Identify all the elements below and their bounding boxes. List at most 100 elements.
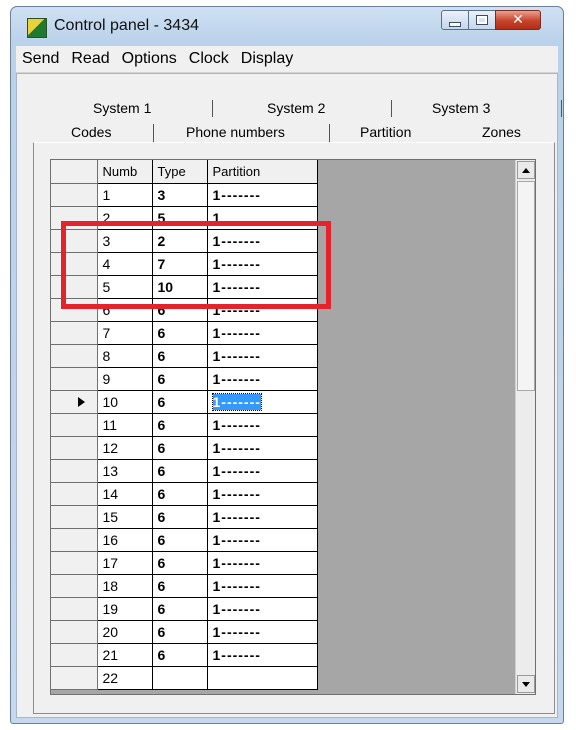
cell-type[interactable]: 6 [152,367,208,391]
cell-numb[interactable]: 3 [97,229,153,253]
cell-partition[interactable]: 1------- [207,252,318,276]
table-row[interactable]: 22 [51,666,318,690]
row-indicator[interactable] [51,321,98,345]
table-row[interactable]: 12 6 1------- [51,436,318,460]
cell-partition[interactable]: 1------- [207,482,318,506]
row-indicator[interactable] [51,275,98,299]
row-indicator[interactable] [51,505,98,529]
tab-partition[interactable]: Partition [360,124,411,140]
tab-codes[interactable]: Codes [71,124,111,140]
cell-type[interactable]: 6 [152,505,208,529]
table-row[interactable]: 17 6 1------- [51,551,318,575]
row-indicator[interactable] [51,206,98,230]
cell-type[interactable]: 6 [152,620,208,644]
row-indicator[interactable] [51,183,98,207]
tab-system-2[interactable]: System 2 [267,100,325,116]
cell-type[interactable]: 10 [152,275,208,299]
row-indicator[interactable] [51,574,98,598]
vertical-scrollbar[interactable] [515,160,535,694]
cell-partition[interactable]: 1------- [207,528,318,552]
cell-numb[interactable]: 11 [97,413,153,437]
row-indicator[interactable] [51,551,98,575]
row-indicator[interactable] [51,459,98,483]
cell-numb[interactable]: 2 [97,206,153,230]
table-row[interactable]: 8 6 1------- [51,344,318,368]
row-indicator[interactable] [51,620,98,644]
row-indicator[interactable] [51,666,98,690]
cell-type[interactable]: 6 [152,597,208,621]
cell-partition[interactable]: 1------- [207,298,318,322]
table-row[interactable]: 16 6 1------- [51,528,318,552]
row-indicator[interactable] [51,597,98,621]
menu-clock[interactable]: Clock [183,50,235,68]
cell-numb[interactable]: 4 [97,252,153,276]
row-indicator[interactable] [51,229,98,253]
table-row[interactable]: 13 6 1------- [51,459,318,483]
row-indicator[interactable] [51,252,98,276]
menu-read[interactable]: Read [65,50,115,68]
cell-type[interactable]: 6 [152,459,208,483]
table-row[interactable]: 6 6 1------- [51,298,318,322]
table-row[interactable]: 19 6 1------- [51,597,318,621]
cell-type[interactable]: 6 [152,528,208,552]
close-button[interactable]: ✕ [495,10,541,30]
cell-numb[interactable]: 14 [97,482,153,506]
cell-type[interactable]: 6 [152,436,208,460]
row-indicator[interactable] [51,436,98,460]
minimize-button[interactable] [441,10,469,30]
cell-partition[interactable]: 1------- [207,551,318,575]
cell-partition[interactable]: 1------- [207,229,318,253]
cell-numb[interactable]: 22 [97,666,153,690]
cell-type[interactable]: 6 [152,321,208,345]
cell-numb[interactable]: 1 [97,183,153,207]
cell-partition[interactable]: 1------- [207,436,318,460]
table-row[interactable]: 10 6 1------- [51,390,318,414]
cell-type[interactable]: 6 [152,551,208,575]
table-row[interactable]: 21 6 1------- [51,643,318,667]
title-bar[interactable]: Control panel - 3434 ✕ [11,7,563,45]
cell-numb[interactable]: 16 [97,528,153,552]
tab-system-3[interactable]: System 3 [432,100,490,116]
table-row[interactable]: 251 [51,206,318,230]
menu-display[interactable]: Display [235,50,299,68]
cell-type[interactable]: 6 [152,344,208,368]
menu-options[interactable]: Options [116,50,183,68]
table-row[interactable]: 11 6 1------- [51,413,318,437]
cell-numb[interactable]: 9 [97,367,153,391]
cell-type[interactable]: 6 [152,482,208,506]
cell-partition[interactable] [207,666,318,690]
scroll-up-button[interactable] [517,161,535,179]
cell-numb[interactable]: 7 [97,321,153,345]
cell-partition[interactable]: 1------- [207,459,318,483]
cell-partition[interactable]: 1 [207,206,318,230]
row-indicator[interactable] [51,643,98,667]
cell-numb[interactable]: 20 [97,620,153,644]
cell-partition[interactable]: 1------- [207,321,318,345]
cell-type[interactable]: 6 [152,574,208,598]
cell-type[interactable]: 6 [152,298,208,322]
cell-numb[interactable]: 6 [97,298,153,322]
cell-partition[interactable]: 1------- [207,344,318,368]
cell-partition[interactable]: 1------- [207,367,318,391]
table-row[interactable]: 18 6 1------- [51,574,318,598]
table-row[interactable]: 4 7 1------- [51,252,318,276]
table-row[interactable]: 14 6 1------- [51,482,318,506]
table-row[interactable]: 15 6 1------- [51,505,318,529]
tab-phone-numbers[interactable]: Phone numbers [186,124,285,140]
table-row[interactable]: 20 6 1------- [51,620,318,644]
scrollbar-thumb[interactable] [517,181,535,391]
cell-partition[interactable]: 1------- [207,597,318,621]
cell-type[interactable]: 6 [152,643,208,667]
cell-type[interactable]: 5 [152,206,208,230]
cell-numb[interactable]: 18 [97,574,153,598]
table-row[interactable]: 9 6 1------- [51,367,318,391]
maximize-button[interactable] [468,10,496,30]
cell-type[interactable]: 7 [152,252,208,276]
table-row[interactable]: 7 6 1------- [51,321,318,345]
row-indicator[interactable] [51,528,98,552]
tab-zones[interactable]: Zones [482,124,521,140]
header-partition[interactable]: Partition [207,160,318,184]
row-indicator[interactable] [51,298,98,322]
menu-send[interactable]: Send [16,50,65,68]
header-numb[interactable]: Numb [97,160,153,184]
